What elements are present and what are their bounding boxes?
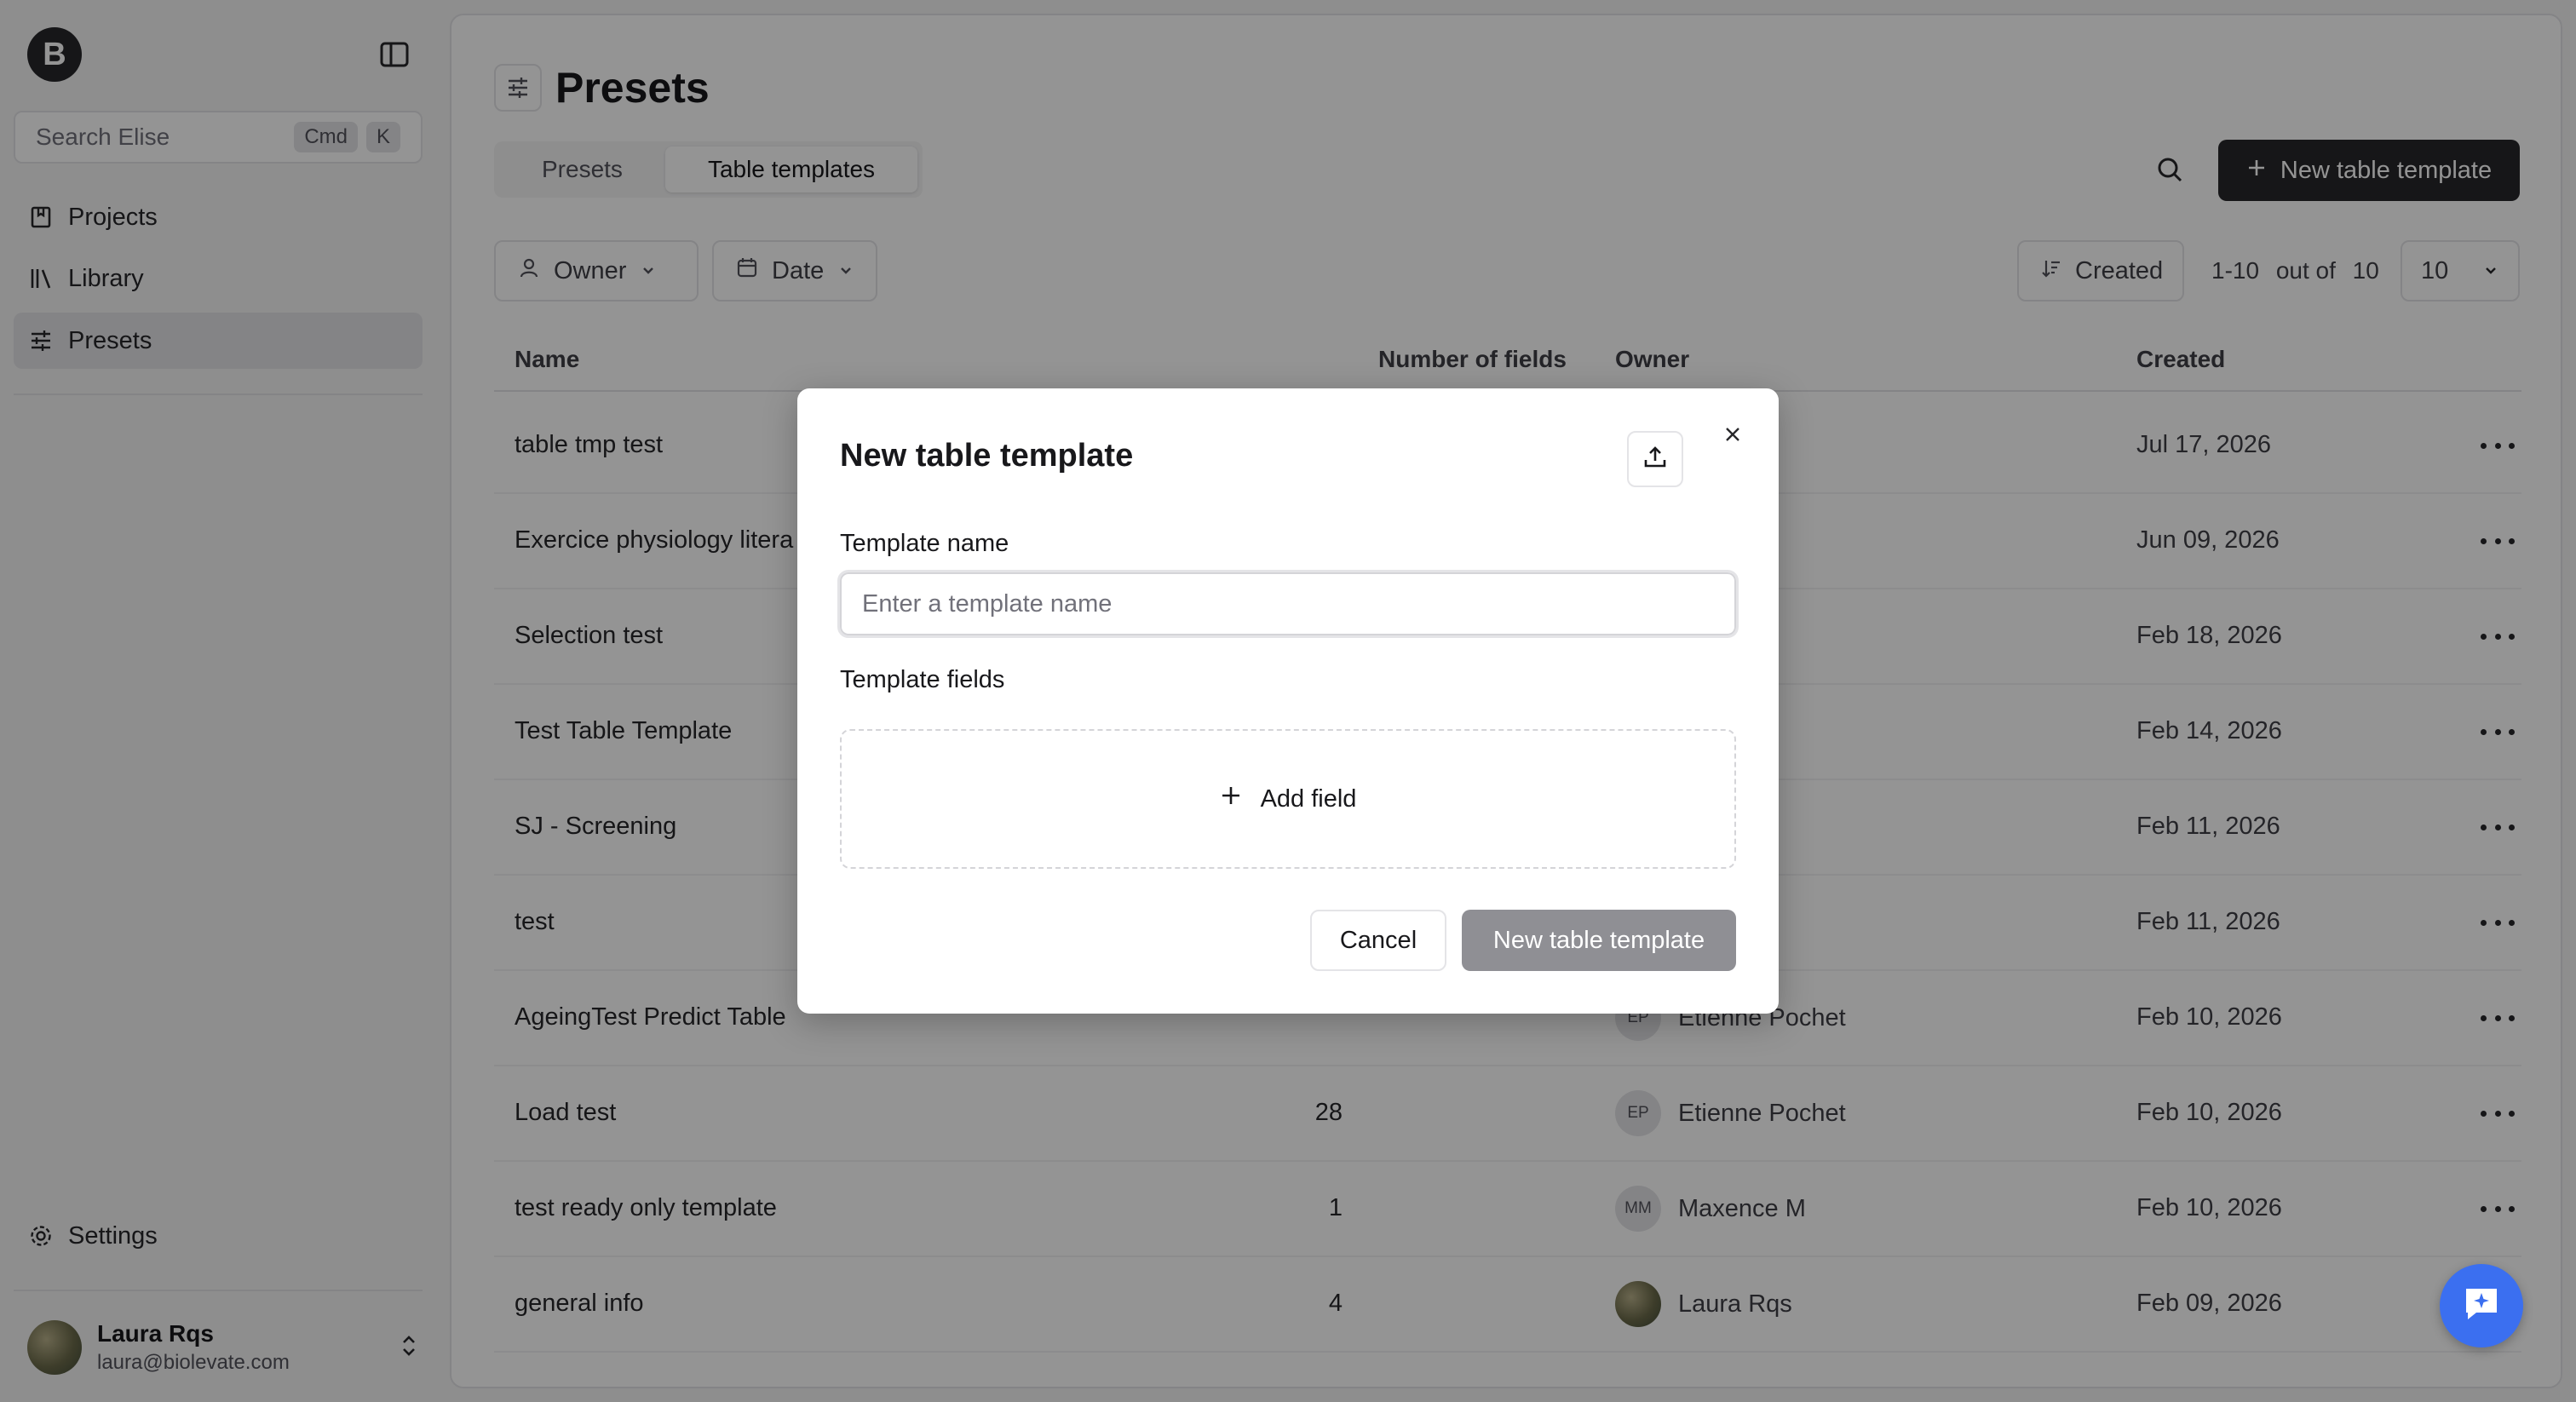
new-table-template-dialog: New table template Template name Templat…: [797, 388, 1779, 1014]
cancel-button[interactable]: Cancel: [1310, 910, 1446, 971]
template-name-label: Template name: [840, 530, 1009, 557]
chat-sparkle-icon: [2461, 1284, 2502, 1329]
upload-icon: [1642, 445, 1668, 474]
upload-button[interactable]: [1627, 431, 1683, 487]
template-fields-label: Template fields: [840, 666, 1005, 693]
template-name-input[interactable]: [837, 570, 1739, 638]
add-field-label: Add field: [1260, 784, 1357, 813]
chat-button[interactable]: [2440, 1264, 2523, 1347]
add-field-button[interactable]: Add field: [840, 729, 1736, 869]
plus-icon: [1220, 784, 1242, 813]
dialog-title: New table template: [840, 438, 1134, 474]
create-template-button[interactable]: New table template: [1462, 910, 1736, 971]
close-icon[interactable]: [1719, 421, 1746, 448]
